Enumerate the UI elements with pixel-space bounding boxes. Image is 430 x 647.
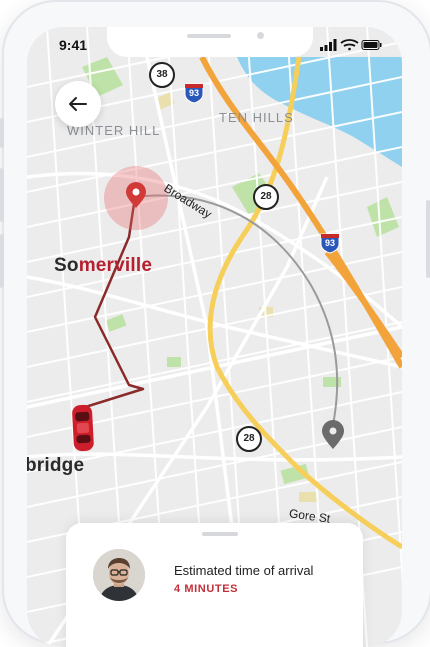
sheet-drag-handle[interactable] <box>202 532 238 536</box>
eta-value: 4 MINUTES <box>174 583 239 595</box>
trip-info-sheet[interactable]: Estimated time of arrival 4 MINUTES <box>66 523 363 647</box>
route-28-shield: 28 <box>253 184 279 210</box>
speaker <box>187 34 231 38</box>
interstate-93-shield: 93 <box>183 82 205 104</box>
back-arrow-icon <box>69 97 87 111</box>
wifi-icon <box>340 39 359 51</box>
power-button <box>426 200 430 278</box>
status-bar: 9:41 <box>27 27 402 67</box>
front-camera <box>257 32 264 39</box>
status-time: 9:41 <box>59 37 88 53</box>
status-icons <box>320 39 382 51</box>
route-28-shield-lower: 28 <box>236 426 262 452</box>
battery-icon <box>361 40 382 50</box>
interstate-93-shield-lower: 93 <box>319 232 341 254</box>
city-label-cambridge: bridge <box>27 455 85 476</box>
volume-up-button <box>0 168 4 222</box>
neighborhood-label-ten-hills: TEN HILLS <box>219 110 294 125</box>
car-icon <box>72 404 94 452</box>
notch <box>107 27 313 57</box>
driver-avatar[interactable] <box>93 549 145 601</box>
eta-label: Estimated time of arrival <box>174 563 314 578</box>
phone-screen: WINTER HILL TEN HILLS Broadway Gore St S… <box>27 27 402 647</box>
city-label-somerville: Somerville <box>54 255 153 276</box>
mute-switch <box>0 118 4 148</box>
signal-icon <box>320 39 337 51</box>
back-button[interactable] <box>55 81 101 127</box>
volume-down-button <box>0 234 4 288</box>
